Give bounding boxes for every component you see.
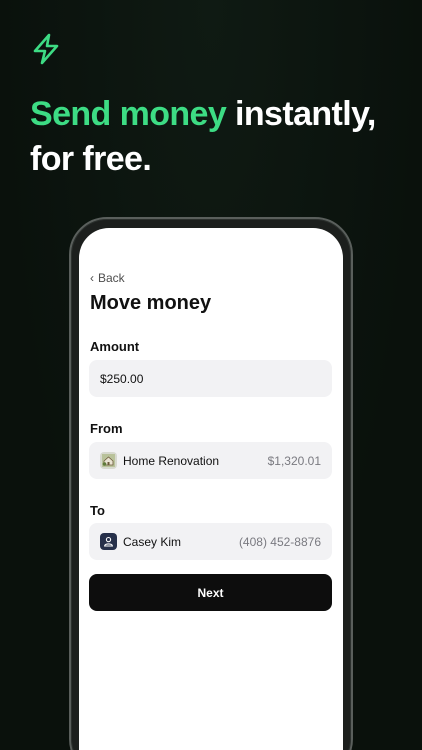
page-title: Move money <box>90 292 212 314</box>
house-icon <box>100 452 117 469</box>
amount-label: Amount <box>90 339 140 354</box>
to-contact-name: Casey Kim <box>123 534 182 549</box>
headline: Send money instantly, for free. <box>30 92 410 182</box>
from-label: From <box>90 421 123 436</box>
from-account-select[interactable]: Home Renovation $1,320.01 <box>89 442 332 479</box>
chevron-left-icon: ‹ <box>90 271 94 285</box>
from-account-balance: $1,320.01 <box>267 453 321 468</box>
next-button[interactable]: Next <box>89 574 332 611</box>
phone-screen: ‹ Back Move money Amount $250.00 From Ho… <box>79 228 343 750</box>
amount-field[interactable]: $250.00 <box>89 360 332 397</box>
back-label: Back <box>98 271 125 285</box>
back-button[interactable]: ‹ Back <box>90 271 125 285</box>
headline-accent: Send money <box>30 95 227 133</box>
to-contact-phone: (408) 452-8876 <box>238 534 321 549</box>
person-icon <box>100 533 117 550</box>
from-account-name: Home Renovation <box>123 453 220 468</box>
amount-value: $250.00 <box>100 371 144 386</box>
to-label: To <box>90 503 105 518</box>
promo-stage: Send money instantly, for free. ‹ Back M… <box>0 0 422 750</box>
to-contact-select[interactable]: Casey Kim (408) 452-8876 <box>89 523 332 560</box>
lightning-icon <box>33 33 59 65</box>
